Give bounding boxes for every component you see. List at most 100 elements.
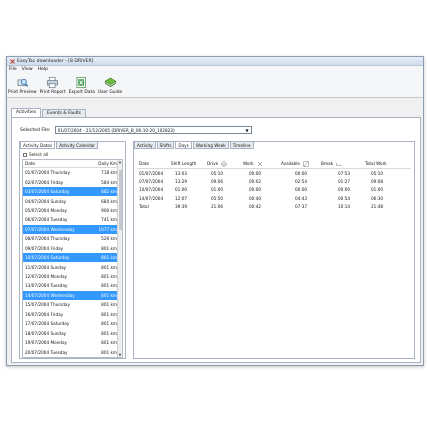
days-table-rows: 01/07/2004 13:03 05:10 00:00 00:00 07:53 05:10… [137,169,411,210]
activity-dates-box: Activity Dates Activity Calendar Select … [19,141,126,359]
header-shift-length[interactable]: Shift Length [171,161,207,166]
row-daily-km: 801 km [101,349,117,355]
tab-working-week[interactable]: Working Week [192,141,229,149]
cell-drive: 01:00 [211,187,224,193]
cell-total: 21:48 [371,203,384,209]
select-all-label: Select all [29,152,49,157]
cell-date: 01/07/2004 [139,170,164,176]
days-table-row[interactable]: 07/07/2004 13:29 09:06 00:02 02:54 01:27 09:08 [137,177,411,185]
row-daily-km: 526 km [101,236,117,242]
row-daily-km: 801 km [101,311,117,317]
date-list-row[interactable]: 03/07/2004 Saturday 882 km [23,186,122,197]
cell-date: 14/07/2004 [139,195,164,201]
header-date[interactable]: Date [137,161,171,166]
export-data-button[interactable]: Export Data [69,76,95,97]
tab-timeline[interactable]: Timeline [229,141,254,149]
tab-activity[interactable]: Activity [134,141,156,149]
date-list-row[interactable]: 08/07/2004 Thursday 526 km [23,234,122,243]
cell-break: 00:54 [338,195,351,201]
tab-activities[interactable]: Activities [11,108,42,117]
header-break-label: Break [321,161,334,166]
date-list-row[interactable]: 20/07/2004 Tuesday 801 km [23,347,122,356]
row-daily-km: 801 km [101,274,117,280]
main-tabs: Activities Events & Faults [11,108,87,117]
bed-icon [336,162,342,166]
date-list-row[interactable]: 05/07/2004 Monday 900 km [23,206,122,215]
date-list-row[interactable]: 12/07/2004 Monday 801 km [23,272,122,281]
date-list-row[interactable]: 15/07/2004 Thursday 801 km [23,300,122,309]
row-daily-km: 741 km [101,217,117,223]
days-table-row[interactable]: 14/07/2004 12:07 05:50 00:40 04:43 00:54 06:30 [137,194,411,202]
date-list-row[interactable]: 09/07/2004 Friday 801 km [23,244,122,253]
tab-days[interactable]: Days [175,141,192,149]
header-work-label: Work [243,161,254,166]
row-date: 07/07/2004 Wednesday [25,226,75,232]
cell-date: 10/07/2004 [139,187,164,193]
date-list-row[interactable]: 13/07/2004 Tuesday 801 km [23,281,122,290]
date-list-row[interactable]: 02/07/2004 Friday 584 km [23,177,122,186]
header-work[interactable]: Work [243,161,281,167]
row-date: 17/07/2004 Saturday [25,321,70,327]
print-report-button[interactable]: Print Report [40,76,66,97]
date-list-row[interactable]: 16/07/2004 Friday 801 km [23,310,122,319]
menu-bar: File View Help [7,66,423,73]
cell-total: 09:08 [371,178,384,184]
days-table-row[interactable]: 01/07/2004 13:03 05:10 00:00 00:00 07:53 05:10 [137,169,411,177]
user-guide-icon [104,77,116,87]
header-total-work[interactable]: Total Work [365,161,405,166]
tab-activity-dates[interactable]: Activity Dates [20,141,56,149]
cell-break: 07:53 [338,170,351,176]
toolbar: Print Preview Print Report Export Data U… [7,73,423,98]
menu-file[interactable]: File [9,67,17,72]
date-list-row[interactable]: 19/07/2004 Monday 801 km [23,338,122,347]
header-daily-km[interactable]: Daily Km [89,161,117,166]
cell-work: 00:00 [249,187,262,193]
header-drive[interactable]: Drive [207,160,243,167]
scroll-thumb[interactable] [118,170,122,230]
left-tabs: Activity Dates Activity Calendar [20,141,99,149]
days-table-row[interactable]: 10/07/2004 01:00 01:00 00:00 00:00 00:00 01:00 [137,186,411,194]
selected-file-dropdown[interactable]: 01/07/2004 - 21/12/2005 (DRIVER_B_06-10-… [54,126,252,134]
date-list-row[interactable]: 07/07/2004 Wednesday 1077 km [23,224,122,235]
menu-help[interactable]: Help [38,67,48,72]
row-date: 05/07/2004 Monday [25,207,67,213]
date-list-row[interactable]: 18/07/2004 Sunday 801 km [23,328,122,337]
date-list-row[interactable]: 10/07/2004 Saturday 801 km [23,252,122,263]
header-available[interactable]: Available [281,160,321,167]
row-date: 06/07/2004 Tuesday [25,217,68,223]
cell-shift: 01:00 [175,187,188,193]
user-guide-button[interactable]: User Guide [98,76,122,97]
row-daily-km: 900 km [101,207,117,213]
row-daily-km: 801 km [101,264,117,270]
selected-file-row: Selected File: 01/07/2004 - 21/12/2005 (… [20,126,252,134]
row-date: 11/07/2004 Sunday [25,264,67,270]
scroll-up-icon[interactable]: ▲ [118,160,122,164]
header-break[interactable]: Break [321,161,365,167]
select-all-checkbox[interactable]: Select all [23,152,48,157]
date-list-row[interactable]: 11/07/2004 Sunday 801 km [23,262,122,271]
row-daily-km: 801 km [101,340,117,346]
menu-view[interactable]: View [22,67,33,72]
print-preview-button[interactable]: Print Preview [8,76,37,97]
row-date: 02/07/2004 Friday [25,179,64,185]
row-date: 12/07/2004 Monday [25,274,67,280]
scroll-down-icon[interactable]: ▼ [118,353,122,357]
tab-activity-calendar[interactable]: Activity Calendar [56,141,99,149]
row-daily-km: 801 km [101,283,117,289]
days-table-row[interactable]: Total 39:39 21:06 00:42 07:37 10:14 21:48 [137,202,411,210]
date-list-row[interactable]: 01/07/2004 Thursday 718 km [23,168,122,177]
tab-shifts[interactable]: Shifts [156,141,175,149]
row-daily-km: 718 km [101,170,117,176]
row-daily-km: 882 km [101,189,117,195]
tab-events-faults[interactable]: Events & Faults [42,109,86,117]
date-list-scrollbar[interactable]: ▲ ▼ [117,160,122,357]
row-date: 19/07/2004 Monday [25,340,67,346]
row-date: 14/07/2004 Wednesday [25,292,75,298]
header-date[interactable]: Date [23,161,89,166]
activities-panel: Selected File: 01/07/2004 - 21/12/2005 (… [11,117,421,363]
date-list-row[interactable]: 17/07/2004 Saturday 801 km [23,319,122,328]
date-list-row[interactable]: 14/07/2004 Wednesday 801 km [23,290,122,301]
cell-break: 00:00 [338,187,351,193]
date-list-row[interactable]: 06/07/2004 Tuesday 741 km [23,215,122,224]
date-list-row[interactable]: 04/07/2004 Sunday 684 km [23,196,122,205]
